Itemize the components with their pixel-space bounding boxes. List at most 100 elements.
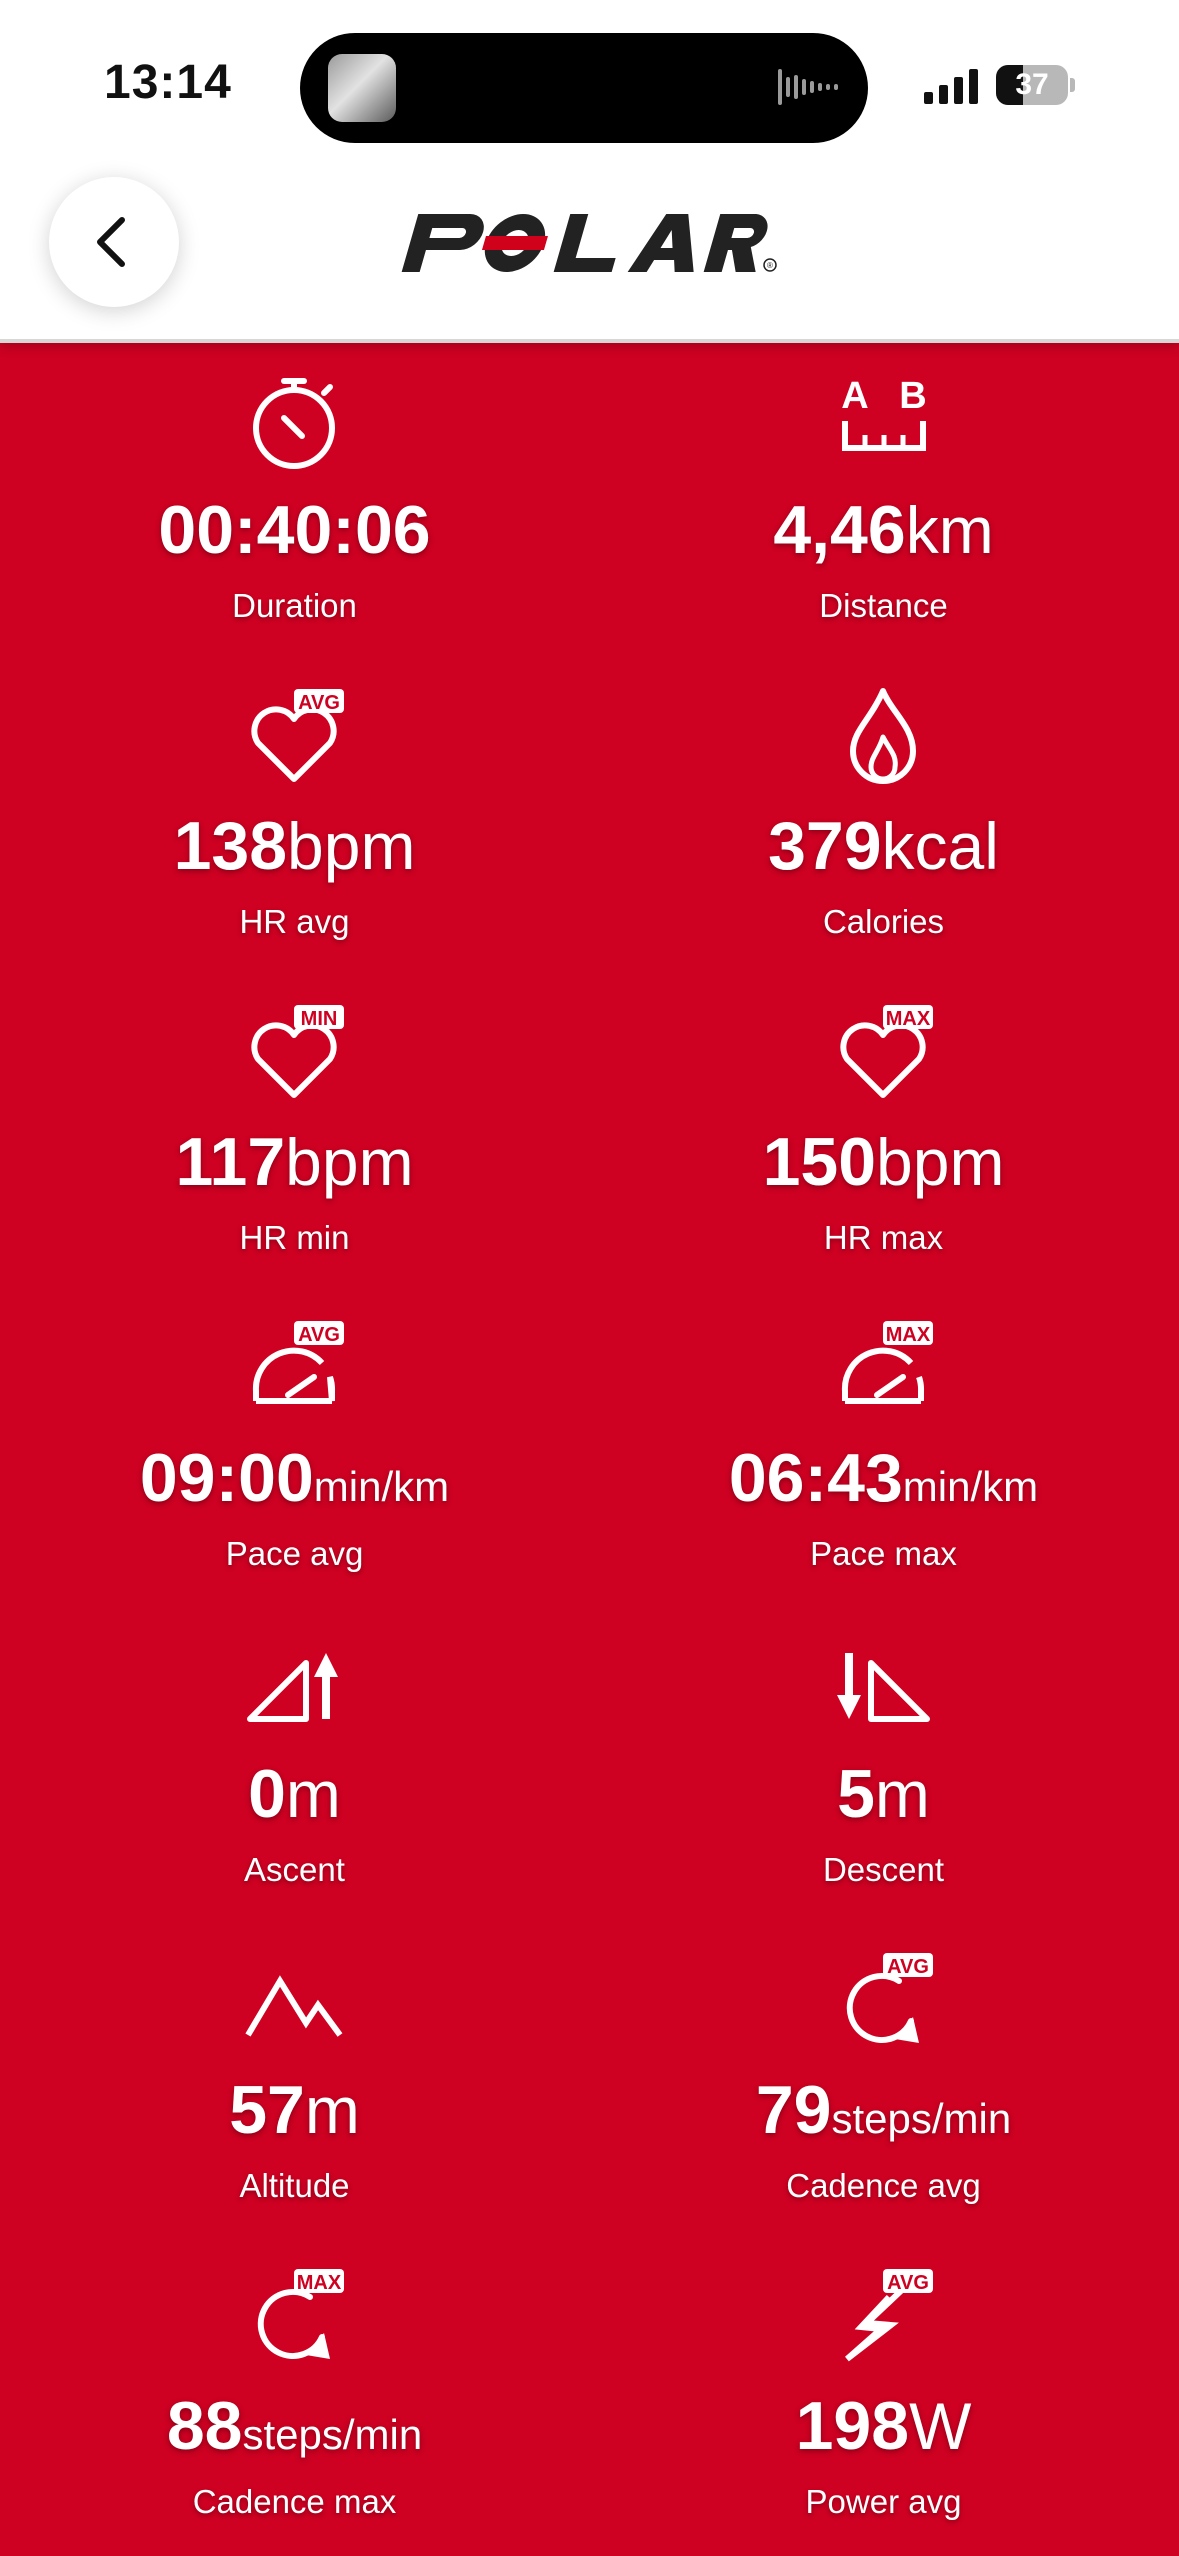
stat-value: 06:43min/km bbox=[589, 1438, 1178, 1518]
battery-icon: 37 bbox=[996, 65, 1068, 105]
stat-duration: 00:40:06 Duration bbox=[0, 343, 589, 659]
cadence-avg-icon: AVG bbox=[846, 1953, 933, 2043]
stopwatch-icon bbox=[253, 378, 335, 469]
stat-badge: MIN bbox=[294, 1005, 344, 1030]
stat-label: HR avg bbox=[239, 903, 350, 940]
descent-icon bbox=[837, 1653, 930, 1722]
stat-altitude: 57m Altitude bbox=[0, 1923, 589, 2239]
stat-label: Pace max bbox=[810, 1535, 957, 1572]
stat-unit: m bbox=[285, 1757, 341, 1831]
stat-label: HR max bbox=[823, 1219, 944, 1256]
stat-number: 00:40:06 bbox=[158, 492, 431, 568]
stat-icon-wrapper: MAX bbox=[244, 2259, 344, 2369]
stat-label: Calories bbox=[822, 903, 945, 940]
ascent-icon bbox=[247, 1653, 338, 1722]
stat-value: 09:00min/km bbox=[0, 1438, 589, 1518]
cadence-max-icon: MAX bbox=[257, 2269, 344, 2359]
stat-number: 117 bbox=[175, 1124, 286, 1200]
app-header: 13:14 37 ® bbox=[0, 0, 1179, 343]
dynamic-island[interactable] bbox=[300, 33, 868, 143]
stat-icon-wrapper bbox=[244, 1943, 344, 2053]
stat-distance: A B 4,46km Distance bbox=[589, 343, 1178, 659]
stat-badge: MAX bbox=[294, 2269, 344, 2294]
stat-number: 0 bbox=[248, 1756, 286, 1832]
stat-pace-max: MAX 06:43min/km Pace max bbox=[589, 1291, 1178, 1607]
stat-icon-wrapper: AVG bbox=[833, 2259, 933, 2369]
stat-hr-max: MAX 150bpm HR max bbox=[589, 975, 1178, 1291]
stat-label: Descent bbox=[822, 1851, 945, 1888]
stat-hr-avg: AVG 138bpm HR avg bbox=[0, 659, 589, 975]
distance-ab-icon: A B bbox=[841, 375, 927, 451]
status-time: 13:14 bbox=[104, 56, 232, 109]
stat-icon-wrapper: AVG bbox=[833, 1943, 933, 2053]
stat-cadence-max: MAX 88steps/min Cadence max bbox=[0, 2239, 589, 2555]
stat-unit: m bbox=[874, 1757, 930, 1831]
stat-value: 150bpm bbox=[589, 1122, 1178, 1202]
stat-badge: MAX bbox=[883, 1005, 933, 1030]
stat-pace-avg: AVG 09:00min/km Pace avg bbox=[0, 1291, 589, 1607]
stat-number: 4,46 bbox=[773, 492, 906, 568]
stat-number: 88 bbox=[166, 2388, 243, 2464]
stat-label: Altitude bbox=[239, 2167, 350, 2204]
stat-value: 57m bbox=[0, 2070, 589, 2150]
stat-label: Power avg bbox=[805, 2483, 962, 2520]
polar-logo: ® bbox=[401, 214, 777, 272]
svg-text:MAX: MAX bbox=[886, 1008, 931, 1030]
heart-min-icon: MIN bbox=[251, 1005, 344, 1098]
stat-label: Cadence avg bbox=[786, 2167, 981, 2204]
stat-unit: W bbox=[909, 2389, 972, 2463]
stat-label: Ascent bbox=[244, 1851, 345, 1888]
stat-icon-wrapper bbox=[833, 1627, 933, 1737]
stat-value: 00:40:06 bbox=[0, 490, 589, 570]
back-button[interactable] bbox=[49, 177, 179, 307]
stat-badge: AVG bbox=[294, 1321, 344, 1346]
stat-descent: 5m Descent bbox=[589, 1607, 1178, 1923]
audio-waveform-icon bbox=[778, 69, 838, 105]
battery-level: 37 bbox=[1015, 68, 1049, 101]
svg-text:MAX: MAX bbox=[886, 1324, 931, 1346]
stat-number: 79 bbox=[755, 2072, 832, 2148]
stat-icon-wrapper: A B bbox=[833, 363, 933, 473]
stat-number: 198 bbox=[795, 2388, 910, 2464]
stat-unit: min/km bbox=[902, 1463, 1039, 1510]
stat-cadence-avg: AVG 79steps/min Cadence avg bbox=[589, 1923, 1178, 2239]
stat-icon-wrapper: MIN bbox=[244, 995, 344, 1105]
heart-max-icon: MAX bbox=[840, 1005, 933, 1098]
flame-icon bbox=[850, 688, 916, 784]
stat-unit: m bbox=[304, 2073, 360, 2147]
stat-number: 5 bbox=[837, 1756, 875, 1832]
stat-label: HR min bbox=[239, 1219, 350, 1256]
stat-ascent: 0m Ascent bbox=[0, 1607, 589, 1923]
stat-icon-wrapper: AVG bbox=[244, 679, 344, 789]
stat-unit: bpm bbox=[285, 1125, 414, 1199]
svg-text:AVG: AVG bbox=[887, 1956, 929, 1978]
stat-icon-wrapper: MAX bbox=[833, 1311, 933, 1421]
stat-value: 0m bbox=[0, 1754, 589, 1834]
stat-unit: steps/min bbox=[242, 2411, 423, 2458]
stat-icon-wrapper bbox=[244, 1627, 344, 1737]
registered-mark: ® bbox=[767, 261, 773, 270]
cellular-signal-icon bbox=[924, 69, 978, 104]
stat-calories: 379kcal Calories bbox=[589, 659, 1178, 975]
svg-text:MAX: MAX bbox=[297, 2272, 342, 2294]
svg-text:B: B bbox=[899, 375, 926, 417]
pace-max-icon: MAX bbox=[841, 1321, 933, 1404]
stat-label: Duration bbox=[232, 587, 357, 624]
stat-number: 138 bbox=[173, 808, 288, 884]
heart-avg-icon: AVG bbox=[251, 689, 344, 782]
stat-power-avg: AVG 198W Power avg bbox=[589, 2239, 1178, 2555]
stat-badge: AVG bbox=[294, 689, 344, 714]
mountain-icon bbox=[245, 1975, 343, 2037]
stat-number: 379 bbox=[768, 808, 882, 884]
stat-number: 150 bbox=[762, 1124, 877, 1200]
svg-text:AVG: AVG bbox=[887, 2272, 929, 2294]
stat-label: Pace avg bbox=[225, 1535, 364, 1572]
stat-hr-min: MIN 117bpm HR min bbox=[0, 975, 589, 1291]
svg-text:MIN: MIN bbox=[301, 1008, 338, 1030]
chevron-left-icon bbox=[97, 217, 125, 267]
svg-text:AVG: AVG bbox=[298, 692, 340, 714]
stat-unit: steps/min bbox=[831, 2095, 1012, 2142]
now-playing-thumbnail[interactable] bbox=[328, 54, 396, 122]
stat-value: 5m bbox=[589, 1754, 1178, 1834]
stat-value: 138bpm bbox=[0, 806, 589, 886]
